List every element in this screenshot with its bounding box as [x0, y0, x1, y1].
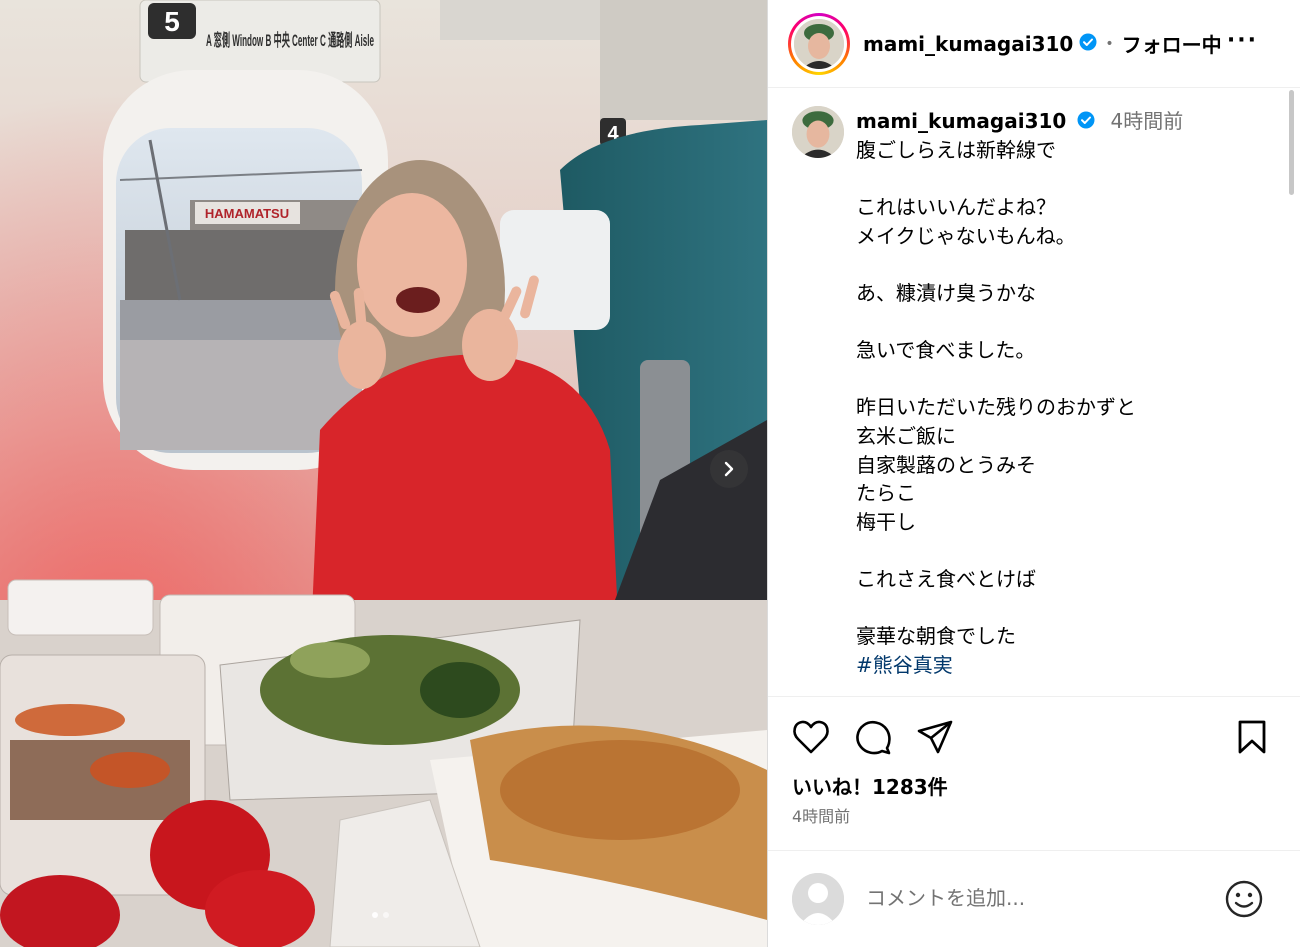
heart-icon[interactable]	[792, 719, 830, 759]
header-username[interactable]: mami_kumagai310	[863, 32, 1073, 56]
chevron-right-icon	[724, 461, 734, 477]
seat-number-5: 5	[164, 6, 180, 37]
comment-input[interactable]	[864, 885, 1198, 911]
share-icon[interactable]	[916, 719, 954, 759]
post-actions: いいね！1283件 4時間前	[768, 696, 1300, 826]
profile-avatar-ring[interactable]	[788, 12, 850, 75]
avatar[interactable]	[794, 18, 844, 69]
caption-avatar[interactable]	[792, 106, 844, 158]
station-sign: HAMAMATSU	[205, 206, 289, 221]
caption-time: 4時間前	[1110, 109, 1184, 133]
header-separator: •	[1105, 35, 1114, 52]
carousel-dot	[372, 912, 378, 918]
instagram-post: 5 A 窓側 Window B 中央 Center C 通路側 Aisle 4 …	[0, 0, 1300, 947]
caption-hashtag[interactable]: #熊谷真実	[856, 651, 1276, 679]
post-timestamp: 4時間前	[792, 807, 851, 826]
post-photo[interactable]: 5 A 窓側 Window B 中央 Center C 通路側 Aisle 4 …	[0, 0, 767, 947]
train-selfie-photo: 5 A 窓側 Window B 中央 Center C 通路側 Aisle 4 …	[0, 0, 767, 947]
emoji-icon[interactable]	[1224, 879, 1264, 923]
post-header: mami_kumagai310 • フォロー中 ···	[768, 0, 1300, 88]
avatar-image	[794, 18, 844, 69]
like-count[interactable]: いいね！1283件	[792, 771, 948, 800]
verified-badge-icon	[1077, 109, 1095, 139]
verified-badge-icon	[1079, 33, 1097, 55]
following-button[interactable]: フォロー中	[1122, 29, 1222, 58]
post-side-panel: mami_kumagai310 • フォロー中 ··· mami_kumagai	[767, 0, 1300, 947]
default-avatar-icon	[792, 873, 844, 925]
bookmark-icon[interactable]	[1236, 719, 1268, 759]
caption-username[interactable]: mami_kumagai310	[856, 109, 1066, 133]
avatar-image	[792, 106, 844, 158]
avatar	[792, 873, 844, 925]
caption-scrollbar[interactable]	[1289, 90, 1294, 195]
caption-body: mami_kumagai310 4時間前 腹ごしらえは新幹線で これはいいんだよ…	[856, 106, 1276, 679]
comment-icon[interactable]	[854, 719, 892, 761]
caption-area: mami_kumagai310 4時間前 腹ごしらえは新幹線で これはいいんだよ…	[792, 106, 1282, 696]
caption-text: 腹ごしらえは新幹線で これはいいんだよね？ メイクじゃないもんね。 あ、糠漬け臭…	[856, 138, 1136, 649]
comment-bar	[768, 850, 1300, 948]
next-image-button[interactable]	[710, 450, 748, 488]
carousel-dot	[383, 912, 389, 918]
more-options-button[interactable]: ···	[1227, 28, 1258, 53]
carousel-indicator	[372, 912, 389, 918]
seat-letters: A 窓側 Window B 中央 Center C 通路側 Aisle	[206, 30, 374, 50]
